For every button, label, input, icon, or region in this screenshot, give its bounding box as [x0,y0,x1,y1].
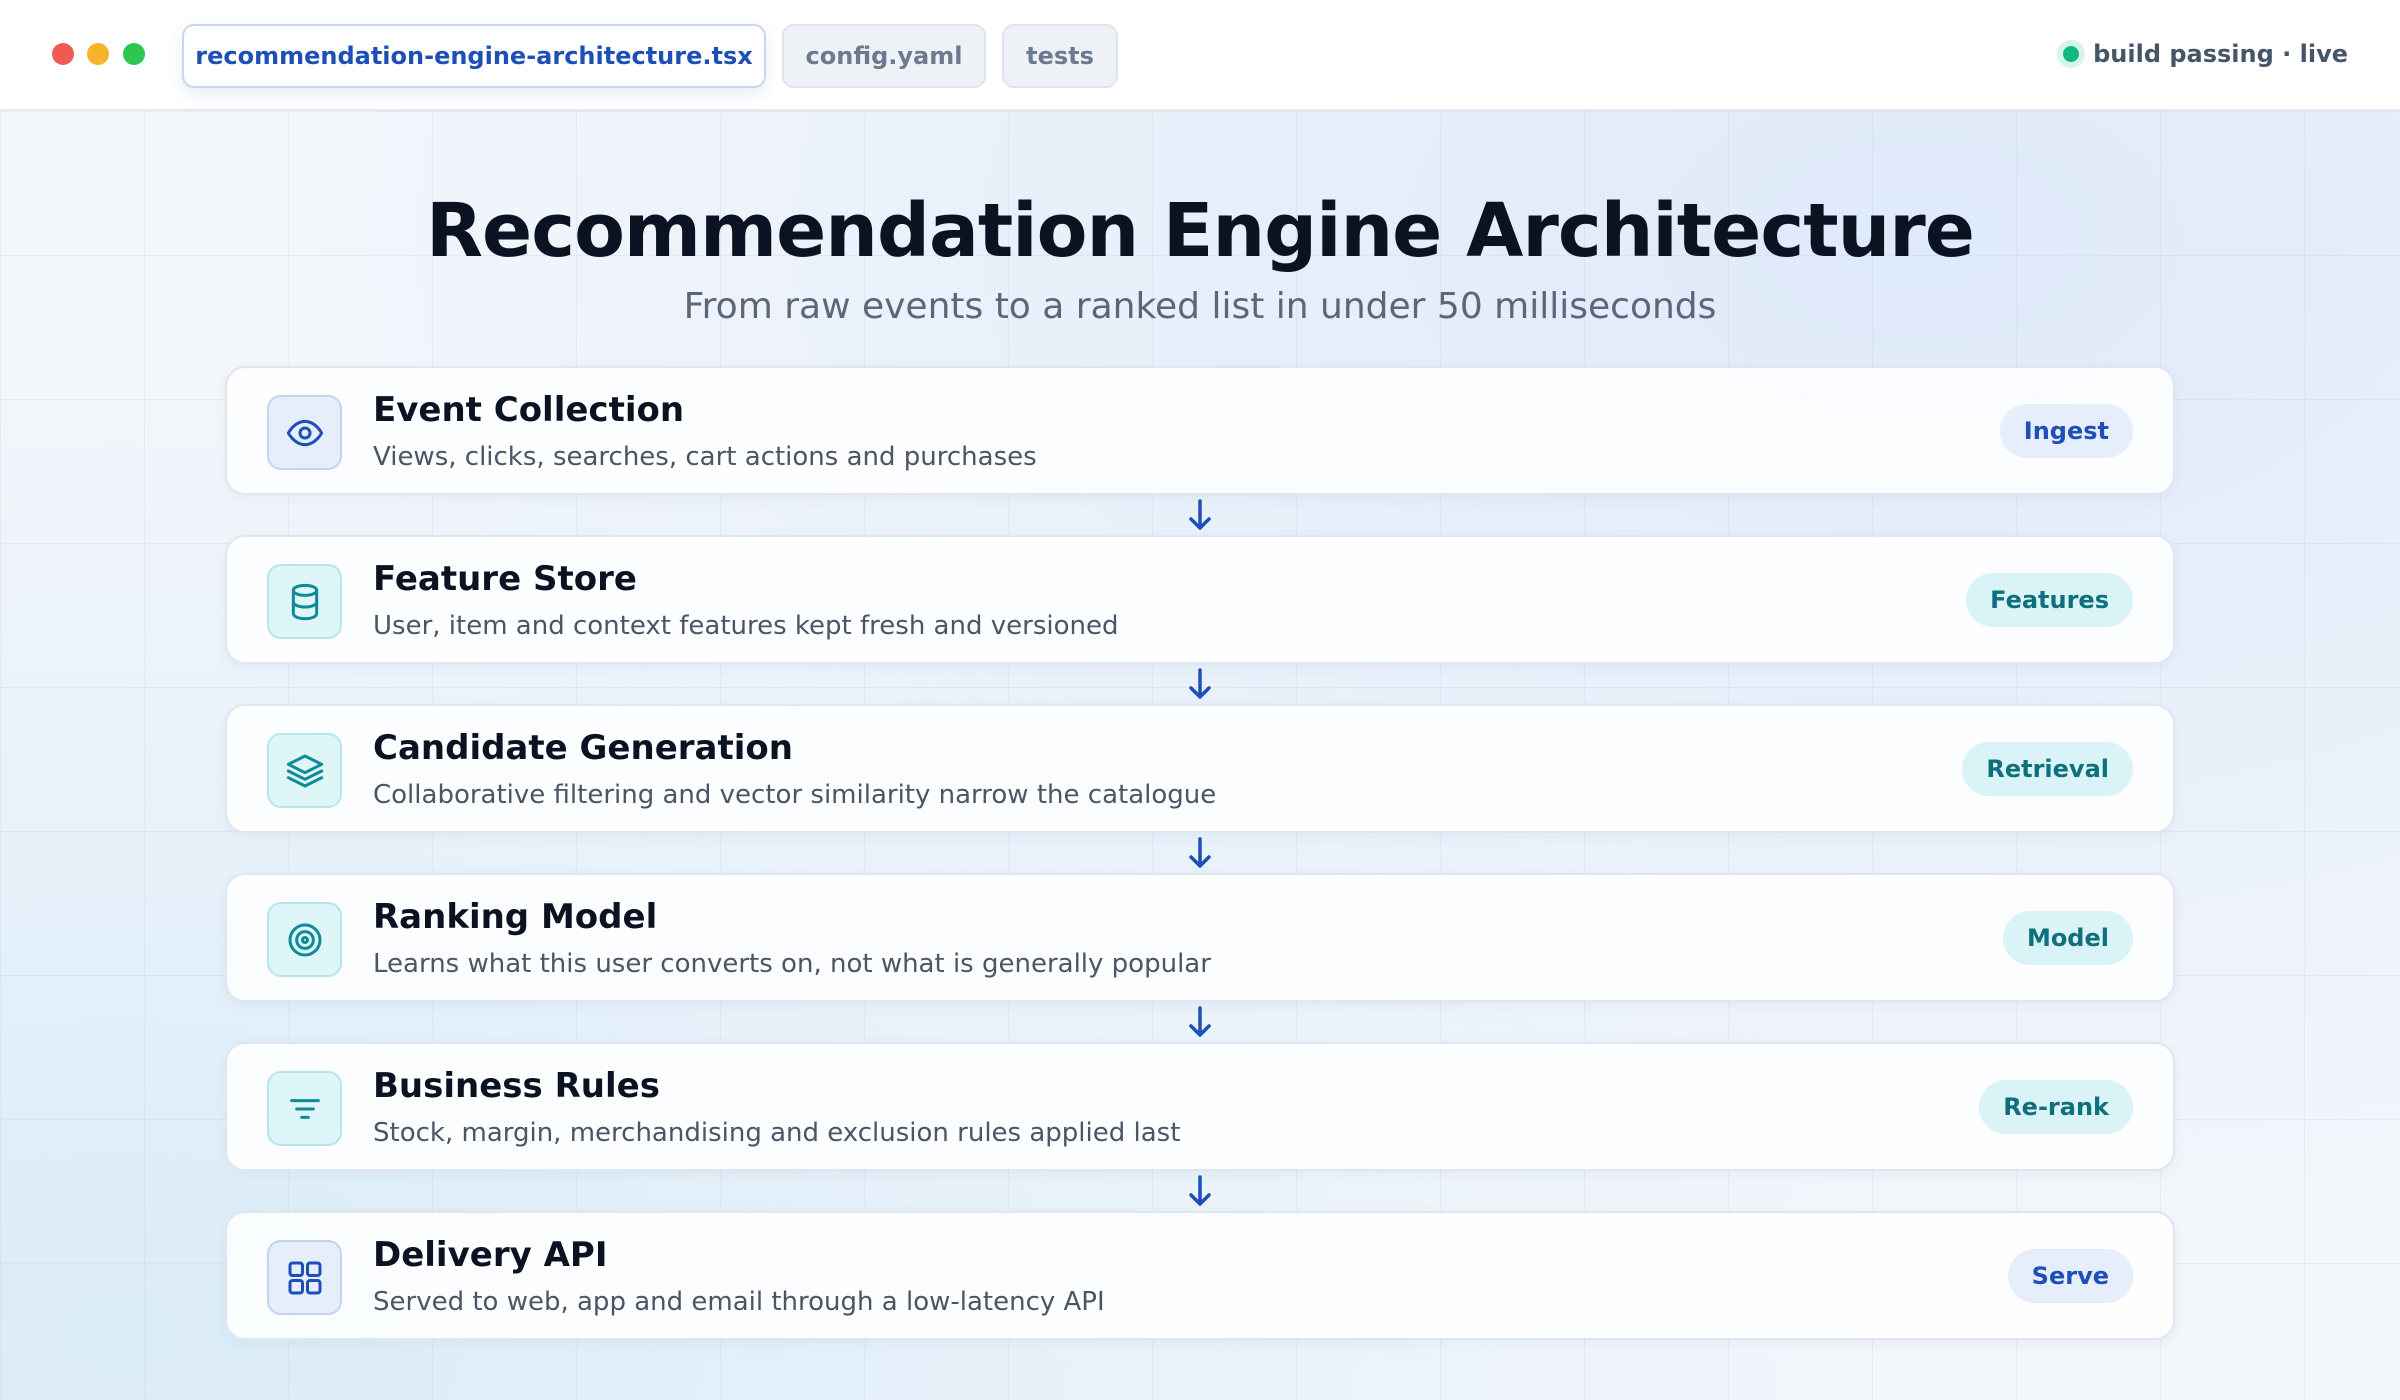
stage-description: Learns what this user converts on, not w… [373,949,1211,979]
arrow-down-icon [1189,1175,1211,1206]
diagram-subtitle: From raw events to a ranked list in unde… [683,286,1717,327]
tab-architecture-file[interactable]: recommendation-engine-architecture.tsx [182,24,766,88]
stage-feature-store: Feature Store User, item and context fea… [225,535,2175,664]
stage-title: Ranking Model [373,897,658,937]
maximize-window-button[interactable] [123,43,145,65]
close-window-button[interactable] [52,43,74,65]
stage-description: Collaborative filtering and vector simil… [373,780,1217,810]
arrow-down-icon [1189,837,1211,868]
minimize-window-button[interactable] [87,43,109,65]
stage-description: Served to web, app and email through a l… [373,1287,1105,1317]
target-icon [267,902,342,977]
stage-title: Event Collection [373,390,685,430]
build-status-label: build passing · live [2093,40,2348,68]
stage-badge: Retrieval [1962,742,2133,796]
stage-delivery-api: Delivery API Served to web, app and emai… [225,1211,2175,1340]
stage-ranking-model: Ranking Model Learns what this user conv… [225,873,2175,1002]
stage-badge: Model [2002,911,2133,965]
title-bar: recommendation-engine-architecture.tsx c… [0,0,2400,111]
app-window: recommendation-engine-architecture.tsx c… [0,0,2400,1400]
arrow-down-icon [1189,1006,1211,1037]
eye-icon [267,395,342,470]
stage-business-rules: Business Rules Stock, margin, merchandis… [225,1042,2175,1171]
stage-candidate-generation: Candidate Generation Collaborative filte… [225,704,2175,833]
grid-icon [267,1240,342,1315]
arrow-down-icon [1189,499,1211,530]
database-icon [267,564,342,639]
build-status: build passing · live [2063,34,2348,74]
status-indicator-icon [2063,46,2080,62]
diagram-title: Recommendation Engine Architecture [426,188,1975,274]
stage-title: Candidate Generation [373,728,793,768]
stage-badge: Re-rank [1979,1080,2133,1134]
tab-config-yaml[interactable]: config.yaml [782,24,986,88]
stage-description: Views, clicks, searches, cart actions an… [373,442,1037,472]
stage-event-collection: Event Collection Views, clicks, searches… [225,366,2175,495]
stage-title: Business Rules [373,1066,660,1106]
tab-tests[interactable]: tests [1002,24,1118,88]
stage-badge: Features [1966,573,2133,627]
filter-icon [267,1071,342,1146]
stage-description: Stock, margin, merchandising and exclusi… [373,1118,1181,1148]
arrow-down-icon [1189,668,1211,699]
stage-title: Delivery API [373,1235,608,1275]
stage-badge: Serve [2007,1249,2133,1303]
stage-title: Feature Store [373,559,637,599]
stage-description: User, item and context features kept fre… [373,611,1119,641]
layers-icon [267,733,342,808]
stage-badge: Ingest [1999,404,2133,458]
